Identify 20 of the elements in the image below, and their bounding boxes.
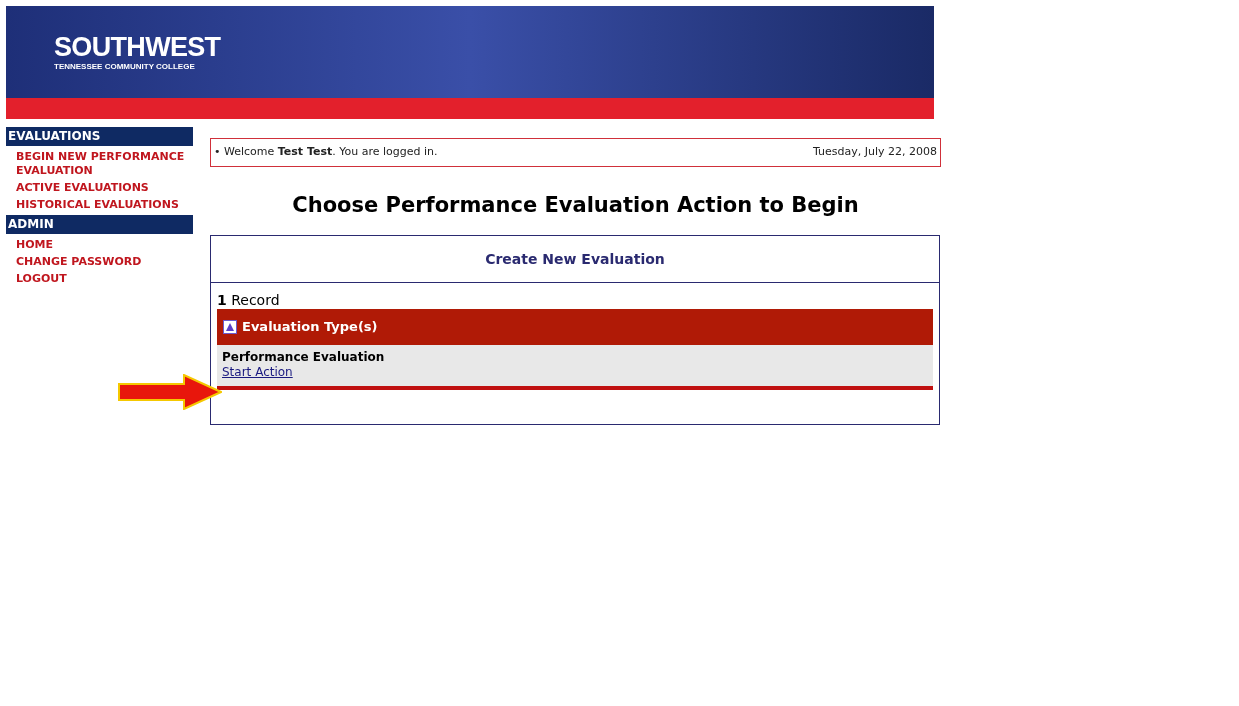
- sidebar-section-header: ADMIN: [6, 215, 193, 234]
- collapse-triangle-icon[interactable]: [223, 320, 237, 334]
- sidebar-link[interactable]: BEGIN NEW PERFORMANCE EVALUATION: [16, 148, 193, 179]
- sidebar-link[interactable]: HOME: [16, 236, 193, 253]
- sidebar-link[interactable]: CHANGE PASSWORD: [16, 253, 193, 270]
- start-action-link[interactable]: Start Action: [222, 365, 293, 380]
- sidebar-section-header: EVALUATIONS: [6, 127, 193, 146]
- sidebar-link[interactable]: HISTORICAL EVALUATIONS: [16, 196, 193, 213]
- date-text: Tuesday, July 22, 2008: [813, 144, 937, 161]
- logo-title: SOUTHWEST: [54, 33, 222, 61]
- group-header-label: Evaluation Type(s): [242, 318, 378, 337]
- pointer-arrow-icon: [118, 374, 222, 410]
- sidebar-link[interactable]: ACTIVE EVALUATIONS: [16, 179, 193, 196]
- sidebar-link[interactable]: LOGOUT: [16, 270, 193, 287]
- evaluation-name: Performance Evaluation: [222, 350, 386, 365]
- page-title: Choose Performance Evaluation Action to Begin: [291, 192, 860, 219]
- panel-title: Create New Evaluation: [211, 236, 939, 283]
- welcome-message: • Welcome Test Test. You are logged in.: [214, 144, 438, 161]
- logo-subtitle: TENNESSEE COMMUNITY COLLEGE: [54, 62, 196, 71]
- record-count: 1 Record: [217, 291, 281, 309]
